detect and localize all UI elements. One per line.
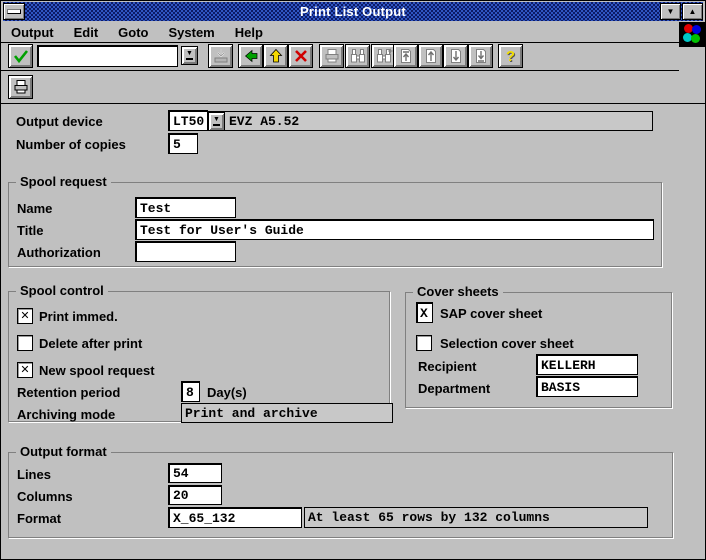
archiving-mode-display: Print and archive [181,403,393,423]
window-title: Print List Output [3,4,703,19]
authorization-input[interactable] [135,241,236,262]
title-input[interactable] [135,219,654,240]
printer-icon [324,48,340,64]
find-button[interactable] [345,44,370,68]
recipient-input[interactable] [536,354,638,375]
system-menu-icon [7,9,21,14]
title-label: Title [17,223,44,238]
exit-button[interactable] [263,44,288,68]
name-label: Name [17,201,52,216]
new-spool-request-checkbox[interactable]: ✕ [17,362,33,378]
output-device-dropdown-button[interactable]: ▼ [208,112,225,131]
dropdown-arrow-icon: ▼ [186,51,193,60]
menu-bar: Output Edit Goto System Help [1,22,705,43]
retention-period-unit: Day(s) [207,385,247,400]
minimize-icon: ▼ [667,7,675,16]
name-input[interactable] [135,197,236,218]
menu-edit[interactable]: Edit [64,23,109,42]
cancel-button[interactable] [288,44,313,68]
sap-cover-sheet-input[interactable] [416,302,433,323]
save-button[interactable] [208,44,233,68]
recipient-label: Recipient [418,359,477,374]
maximize-icon: ▲ [689,7,697,16]
output-format-group: Output format Lines Columns Format At le… [8,452,673,538]
next-page-button[interactable] [443,44,468,68]
output-device-label: Output device [16,114,103,129]
system-menu-button[interactable] [3,3,25,20]
spool-request-group-title: Spool request [16,174,111,189]
archiving-mode-label: Archiving mode [17,407,115,422]
first-page-button[interactable] [393,44,418,68]
spool-control-group: Spool control ✕ Print immed. Delete afte… [8,291,390,422]
selection-cover-sheet-checkbox[interactable] [416,335,432,351]
application-toolbar [1,71,705,104]
command-field-input[interactable] [37,45,178,67]
output-device-description: EVZ A5.52 [180,111,653,131]
selection-cover-sheet-label: Selection cover sheet [440,336,574,351]
authorization-label: Authorization [17,245,101,260]
cancel-x-icon [293,48,309,64]
spool-request-group: Spool request Name Title Authorization [8,182,662,267]
print-immediately-checkbox[interactable]: ✕ [17,308,33,324]
command-history-dropdown-button[interactable]: ▼ [181,46,198,65]
enter-check-icon [13,48,29,64]
save-icon [213,48,229,64]
exit-up-arrow-icon [268,48,284,64]
format-input[interactable] [168,507,302,528]
copies-input[interactable] [168,133,198,154]
output-format-group-title: Output format [16,444,111,459]
sap-logo-green-dot [691,34,700,43]
columns-input[interactable] [168,485,222,505]
retention-period-label: Retention period [17,385,120,400]
sap-logo [679,22,705,47]
print-list-output-window: Print List Output ▼ ▲ Output Edit Goto S… [0,0,706,560]
print-button-disabled[interactable] [319,44,344,68]
archiving-mode-text: Print and archive [185,406,318,421]
dropdown-arrow-icon: ▼ [213,117,220,126]
delete-after-print-label: Delete after print [39,336,142,351]
lines-input[interactable] [168,463,222,483]
delete-after-print-checkbox[interactable] [17,335,33,351]
previous-page-icon [423,48,439,64]
department-input[interactable] [536,376,638,397]
previous-page-button[interactable] [418,44,443,68]
format-description-display: At least 65 rows by 132 columns [304,507,648,528]
back-button[interactable] [238,44,263,68]
output-device-input[interactable] [168,110,208,131]
format-label: Format [17,511,61,526]
back-arrow-icon [243,48,259,64]
cover-sheets-group: Cover sheets SAP cover sheet Selection c… [405,292,672,408]
next-page-icon [448,48,464,64]
help-question-icon: ? [506,48,515,65]
cover-sheets-group-title: Cover sheets [413,284,503,299]
sap-logo-blue-dot [692,25,701,34]
copies-label: Number of copies [16,137,126,152]
help-button[interactable]: ? [498,44,523,68]
menu-output[interactable]: Output [1,23,64,42]
output-device-description-text: EVZ A5.52 [229,114,299,129]
retention-period-input[interactable] [181,381,200,402]
enter-button[interactable] [8,44,33,68]
department-label: Department [418,381,490,396]
menu-goto[interactable]: Goto [108,23,158,42]
new-spool-request-label: New spool request [39,363,155,378]
menu-system[interactable]: System [158,23,224,42]
lines-label: Lines [17,467,51,482]
standard-toolbar: ▼ [1,43,679,71]
format-description-text: At least 65 rows by 132 columns [308,510,550,525]
printer-icon [13,79,29,95]
columns-label: Columns [17,489,73,504]
title-bar: Print List Output ▼ ▲ [3,2,703,21]
print-immediately-label: Print immed. [39,309,118,324]
last-page-button[interactable] [468,44,493,68]
binoculars-icon [350,48,366,64]
sap-cover-sheet-label: SAP cover sheet [440,306,542,321]
minimize-button[interactable]: ▼ [660,3,681,20]
last-page-icon [473,48,489,64]
spool-control-group-title: Spool control [16,283,108,298]
maximize-button[interactable]: ▲ [682,3,703,20]
menu-help[interactable]: Help [225,23,273,42]
first-page-icon [398,48,414,64]
print-list-button[interactable] [8,75,33,99]
